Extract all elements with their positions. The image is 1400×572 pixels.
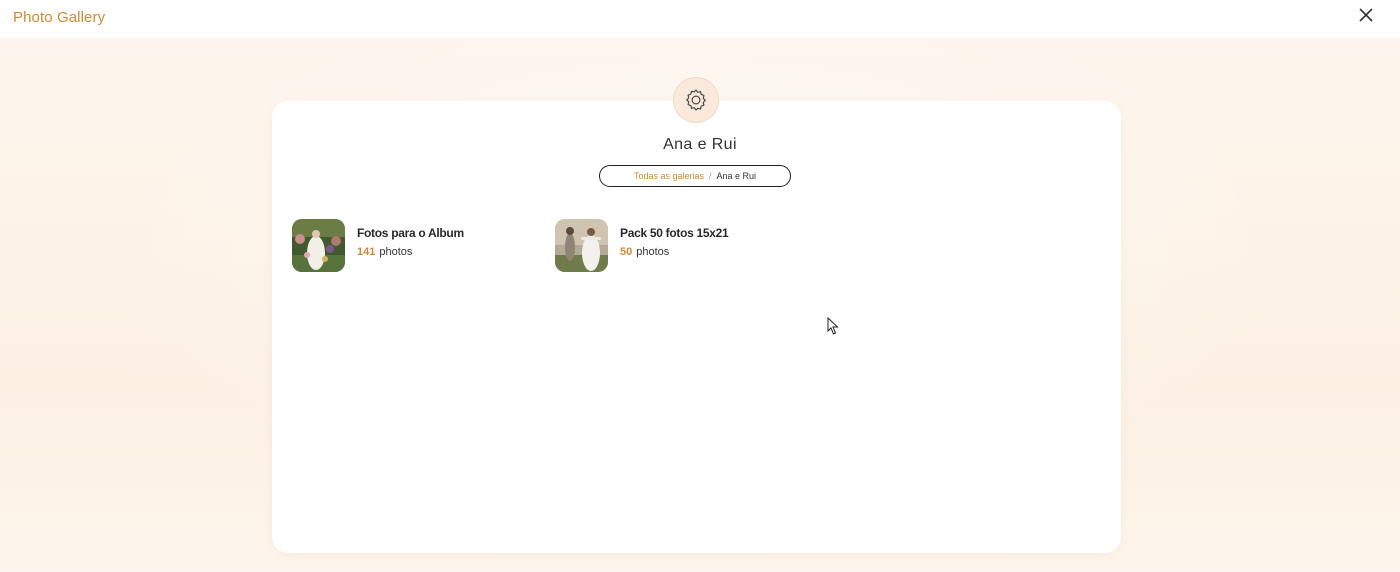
album-name: Fotos para o Album [357, 226, 464, 240]
close-icon [1359, 8, 1373, 22]
album-count-number: 50 [620, 246, 633, 258]
breadcrumb-current: Ana e Rui [716, 171, 757, 181]
mouse-pointer-icon [827, 317, 839, 335]
album-thumbnail[interactable] [292, 218, 345, 272]
album-count-number: 141 [357, 246, 376, 258]
album-count-unit: photos [636, 246, 670, 258]
gallery-title: Ana e Rui [663, 136, 737, 153]
title-bar: Photo Gallery [0, 0, 1400, 38]
breadcrumb-all-galleries-link[interactable]: Todas as galerias [634, 171, 704, 181]
album-photo-count: 50 photos [620, 246, 728, 258]
breadcrumb-separator: / [709, 171, 712, 181]
album-name: Pack 50 fotos 15x21 [620, 226, 729, 240]
album-count-unit: photos [379, 246, 413, 258]
album-card[interactable]: Pack 50 fotos 15x21 50 photos [555, 218, 795, 272]
album-card[interactable]: Fotos para o Album 141 photos [292, 218, 532, 272]
album-photo-count: 141 photos [357, 246, 464, 258]
app-title: Photo Gallery [13, 9, 106, 26]
gallery-settings-badge[interactable] [673, 77, 719, 123]
gear-icon [686, 89, 706, 111]
close-button[interactable] [1355, 5, 1377, 27]
album-thumbnail[interactable] [555, 218, 608, 272]
breadcrumb: Todas as galerias / Ana e Rui [599, 165, 791, 187]
